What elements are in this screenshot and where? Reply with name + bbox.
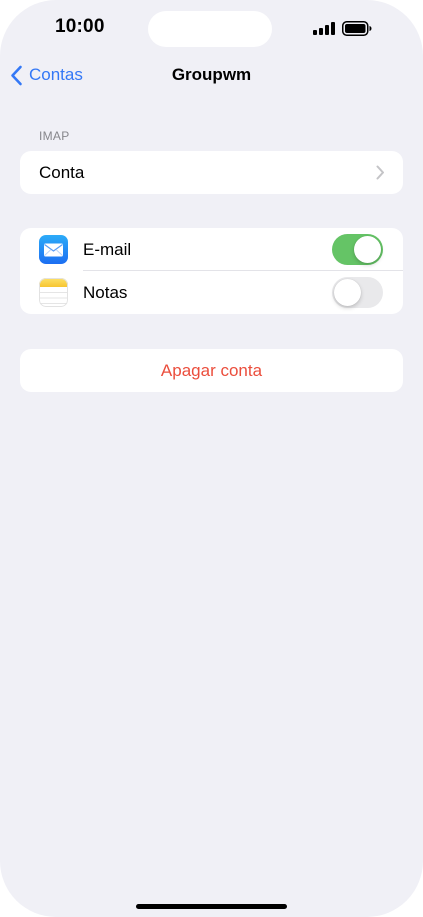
mail-toggle[interactable]: [332, 234, 383, 265]
account-row[interactable]: Conta: [20, 151, 403, 194]
page-title: Groupwm: [171, 65, 252, 84]
account-row-label: Conta: [39, 162, 85, 182]
mail-row: E-mail: [20, 228, 403, 271]
delete-account-label: Apagar conta: [160, 360, 263, 380]
chevron-right-icon: [376, 165, 384, 180]
mail-row-label: E-mail: [83, 239, 132, 259]
delete-account-button[interactable]: Apagar conta: [20, 349, 403, 392]
phone-screen: 10:00 Contas Groupwm IMAP Conta E-mail N…: [0, 0, 423, 917]
notes-row: Notas: [20, 271, 403, 314]
battery-icon: [342, 21, 372, 36]
apps-group: E-mail Notas: [20, 228, 403, 314]
section-header-imap: IMAP: [39, 129, 70, 143]
notes-icon: [39, 278, 68, 307]
notes-toggle[interactable]: [332, 277, 383, 308]
delete-group: Apagar conta: [20, 349, 403, 392]
home-indicator[interactable]: [136, 904, 287, 909]
cellular-signal-icon: [313, 22, 337, 35]
notes-row-label: Notas: [83, 282, 128, 302]
imap-group: Conta: [20, 151, 403, 194]
dynamic-island: [148, 11, 272, 47]
mail-icon: [39, 235, 68, 264]
status-time: 10:00: [55, 16, 105, 37]
